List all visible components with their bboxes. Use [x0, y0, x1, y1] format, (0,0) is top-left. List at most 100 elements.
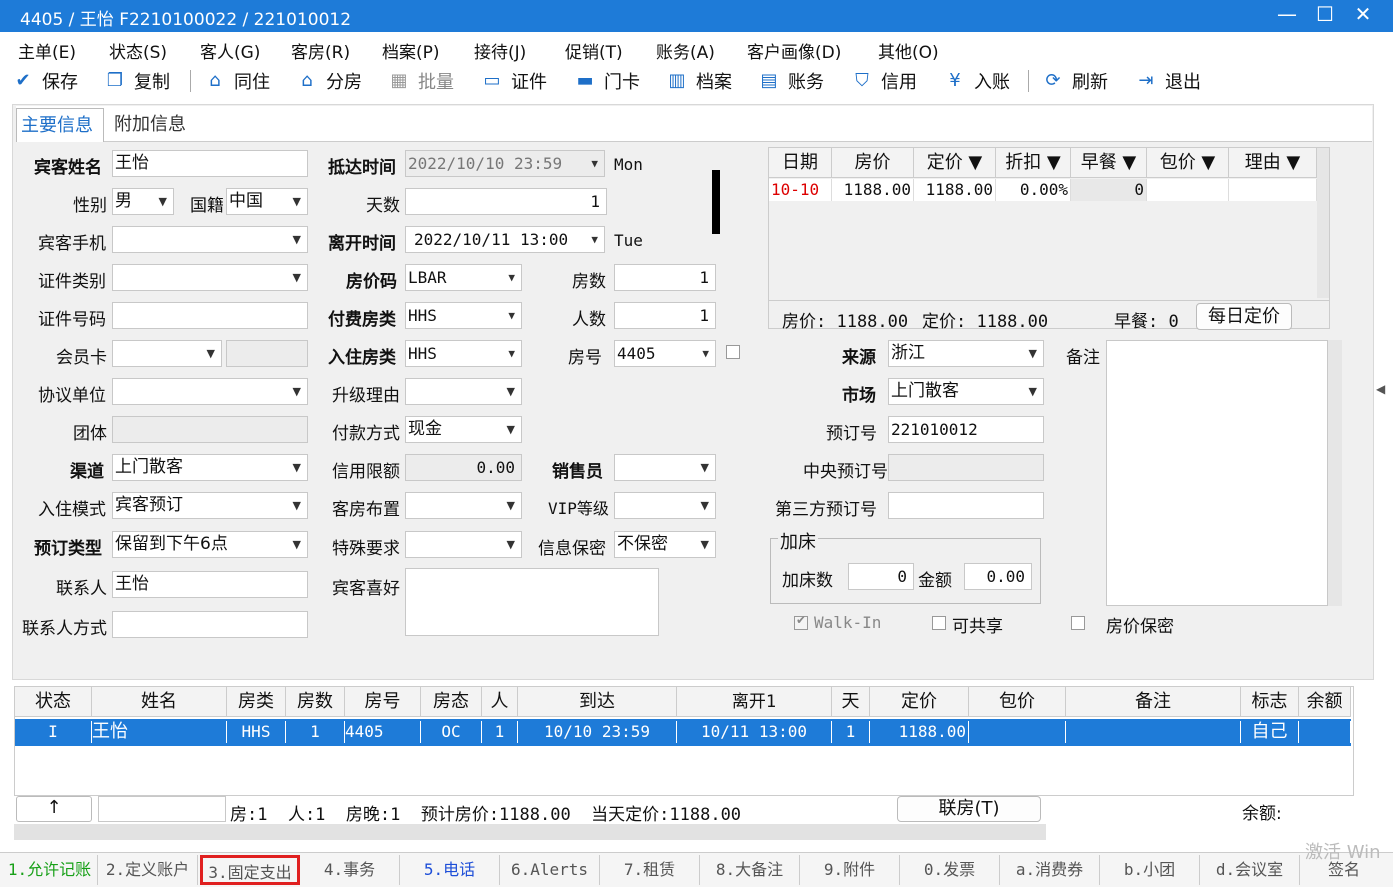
resno-input[interactable]: 221010012	[888, 416, 1044, 443]
contact-way-input[interactable]	[112, 611, 308, 638]
rate-cell-breakfast[interactable]: 0	[1071, 179, 1147, 201]
shareable-checkbox[interactable]	[932, 616, 946, 630]
menu-other[interactable]: 其他(O)	[878, 38, 939, 63]
rate-header-fixed[interactable]: 定价 ▼	[914, 148, 996, 178]
secret-select[interactable]: 不保密	[614, 531, 716, 558]
mode-select[interactable]: 宾客预订	[112, 492, 308, 519]
link-room-button[interactable]: 联房(T)	[897, 796, 1041, 822]
paytype-select[interactable]: HHS	[405, 302, 522, 329]
room-cell-persons[interactable]: 1	[482, 721, 518, 743]
room-header-count[interactable]: 房数	[286, 687, 345, 717]
member-select[interactable]	[112, 340, 222, 367]
menu-status[interactable]: 状态(S)	[109, 38, 167, 63]
room-cell-count[interactable]: 1	[286, 721, 345, 743]
tab-small-group[interactable]: b.小团	[1100, 855, 1200, 885]
source-select[interactable]: 浙江	[888, 340, 1044, 367]
room-cell-type[interactable]: HHS	[227, 721, 286, 743]
tab-extra[interactable]: 附加信息	[114, 110, 186, 136]
daily-rate-button[interactable]: 每日定价	[1196, 303, 1292, 330]
horizontal-scrollbar[interactable]	[14, 824, 1046, 840]
rate-cell-discount[interactable]: 0.00%	[996, 179, 1071, 201]
tab-invoice[interactable]: 0.发票	[900, 855, 1000, 885]
menu-portrait[interactable]: 客户画像(D)	[747, 38, 841, 63]
room-header-remark[interactable]: 备注	[1066, 687, 1241, 717]
rate-header-discount[interactable]: 折扣 ▼	[996, 148, 1071, 178]
collapse-arrow-icon[interactable]: ◀	[1376, 382, 1385, 396]
roomtype-select[interactable]: HHS	[405, 340, 522, 367]
room-cell-package[interactable]	[969, 721, 1066, 743]
remark-textarea[interactable]	[1106, 340, 1328, 606]
rate-header-breakfast[interactable]: 早餐 ▼	[1071, 148, 1147, 178]
tab-define-account[interactable]: 2.定义账户	[98, 855, 198, 885]
gender-select[interactable]: 男	[112, 188, 174, 215]
tab-attachment[interactable]: 9.附件	[800, 855, 900, 885]
room-cell-fixed[interactable]: 1188.00	[870, 721, 969, 743]
room-header-roomstatus[interactable]: 房态	[421, 687, 482, 717]
sales-select[interactable]	[614, 454, 716, 481]
room-cell-depart[interactable]: 10/11 13:00	[677, 721, 832, 743]
pref-textarea[interactable]	[405, 568, 659, 636]
rate-cell-reason[interactable]	[1229, 179, 1317, 201]
room-cell-roomno[interactable]: 4405	[345, 721, 421, 743]
rate-cell-rate[interactable]: 1188.00	[832, 179, 914, 201]
third-input[interactable]	[888, 492, 1044, 519]
menu-main[interactable]: 主单(E)	[18, 38, 76, 63]
save-button[interactable]: ✔ 保存	[12, 68, 78, 94]
room-header-flag[interactable]: 标志	[1241, 687, 1299, 717]
close-icon[interactable]: ✕	[1348, 2, 1378, 26]
refresh-button[interactable]: ⟳ 刷新	[1042, 68, 1108, 94]
batch-button[interactable]: ▦ 批量	[388, 68, 454, 94]
copy-button[interactable]: ❐ 复制	[104, 68, 170, 94]
rate-grid-scrollbar[interactable]	[1317, 148, 1329, 298]
layout-select[interactable]	[405, 492, 522, 519]
extrabed-amount-input[interactable]: 0.00	[964, 563, 1032, 590]
persons-input[interactable]: 1	[614, 302, 716, 329]
tab-lease[interactable]: 7.租赁	[600, 855, 700, 885]
channel-select[interactable]: 上门散客	[112, 454, 308, 481]
move-up-button[interactable]: ↑	[16, 796, 92, 822]
room-cell-remark[interactable]	[1066, 721, 1241, 743]
walkin-checkbox[interactable]: ✔	[794, 613, 808, 630]
arrive-input[interactable]: 2022/10/10 23:59	[405, 150, 605, 177]
room-header-balance[interactable]: 余额	[1299, 687, 1351, 717]
rooms-input[interactable]: 1	[614, 264, 716, 291]
rate-header-reason[interactable]: 理由 ▼	[1229, 148, 1317, 178]
room-header-package[interactable]: 包价	[969, 687, 1066, 717]
menu-room[interactable]: 客房(R)	[291, 38, 350, 63]
remark-scrollbar[interactable]	[1328, 340, 1342, 606]
room-cell-roomstatus[interactable]: OC	[421, 721, 482, 743]
menu-guest[interactable]: 客人(G)	[200, 38, 260, 63]
exit-button[interactable]: ⇥ 退出	[1135, 68, 1201, 94]
ratesecret-checkbox[interactable]	[1071, 616, 1085, 630]
tab-fixed-expense[interactable]: 3.固定支出	[200, 855, 300, 885]
extrabed-count-input[interactable]: 0	[848, 563, 914, 590]
room-cell-arrive[interactable]: 10/10 23:59	[518, 721, 677, 743]
contact-input[interactable]: 王怡	[112, 571, 308, 598]
menu-profile[interactable]: 档案(P)	[382, 38, 440, 63]
rate-header-date[interactable]: 日期	[769, 148, 832, 178]
rate-header-rate[interactable]: 房价	[832, 148, 914, 178]
account-button[interactable]: ▤ 账务	[758, 68, 824, 94]
room-header-type[interactable]: 房类	[227, 687, 286, 717]
room-cell-days[interactable]: 1	[832, 721, 870, 743]
profile-button[interactable]: ▥ 档案	[666, 68, 732, 94]
room-header-status[interactable]: 状态	[15, 687, 92, 717]
room-cell-status[interactable]: I	[15, 721, 92, 743]
upgrade-select[interactable]	[405, 378, 522, 405]
maximize-icon[interactable]: ☐	[1310, 2, 1340, 26]
depart-input[interactable]: 2022/10/11 13:00	[405, 226, 605, 253]
payment-select[interactable]: 现金	[405, 416, 522, 443]
idtype-select[interactable]	[112, 264, 308, 291]
market-select[interactable]: 上门散客	[888, 378, 1044, 405]
ratecode-select[interactable]: LBAR	[405, 264, 522, 291]
room-header-arrive[interactable]: 到达	[518, 687, 677, 717]
rate-cell-package[interactable]	[1147, 179, 1229, 201]
share-button[interactable]: ⌂ 同住	[204, 68, 270, 94]
restype-select[interactable]: 保留到下午6点	[112, 531, 308, 558]
room-list-search-input[interactable]	[98, 796, 226, 822]
nation-select[interactable]: 中国	[226, 188, 308, 215]
company-select[interactable]	[112, 378, 308, 405]
post-button[interactable]: ¥ 入账	[944, 68, 1010, 94]
idno-input[interactable]	[112, 302, 308, 329]
days-input[interactable]: 1	[405, 188, 607, 215]
